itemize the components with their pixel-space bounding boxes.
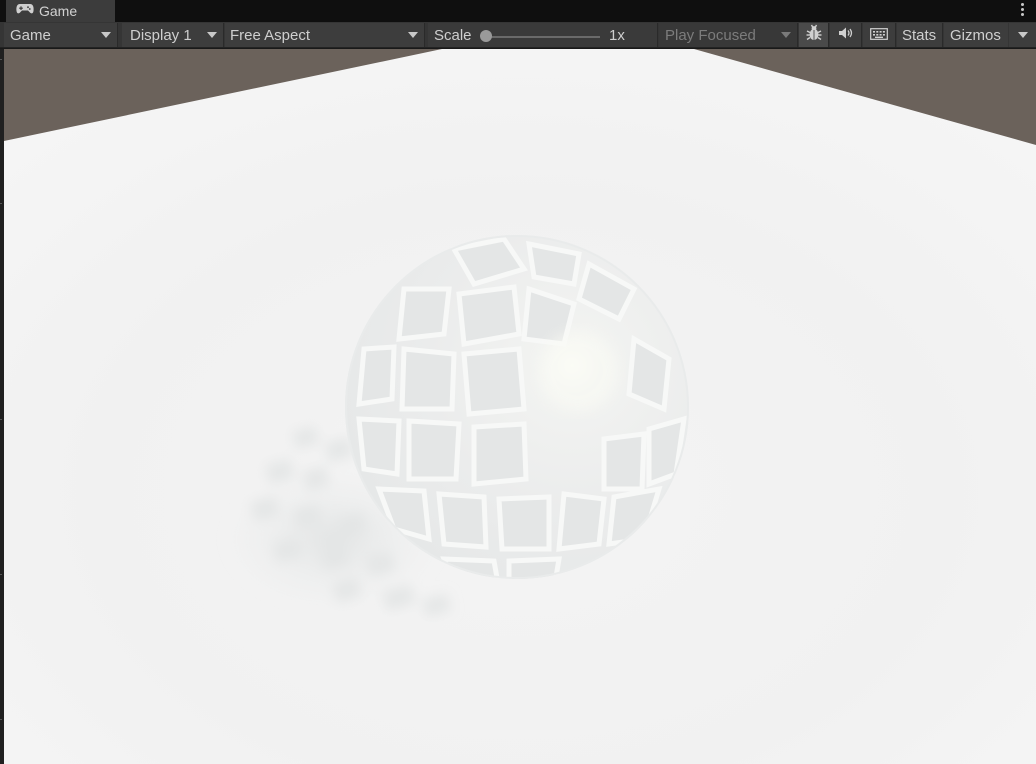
speaker-icon [838,26,854,44]
frame-debugger-button[interactable] [799,23,829,47]
scene-render [4,49,1036,764]
aspect-dropdown[interactable]: Free Aspect [225,23,425,47]
game-toolbar: Game Display 1 Free Aspect Scale 1x Play… [0,22,1036,48]
chevron-down-icon [408,32,418,38]
gizmos-button[interactable]: Gizmos [944,23,1008,47]
stats-label: Stats [902,26,937,44]
chevron-down-icon [207,32,217,38]
gizmos-label: Gizmos [950,26,1001,44]
display-label: Display 1 [130,26,192,44]
scale-slider-handle[interactable] [480,30,492,42]
display-dropdown[interactable]: Display 1 [122,23,224,47]
play-mode-label: Play Focused [665,26,756,44]
scale-slider-track[interactable] [486,36,600,38]
tab-game[interactable]: Game [6,0,115,22]
view-type-dropdown[interactable]: Game [4,23,118,47]
tab-strip: Game [0,0,1036,22]
stats-button[interactable]: Stats [897,23,943,47]
gamepad-icon [16,2,34,20]
scale-label: Scale [434,26,472,44]
chevron-down-icon [101,32,111,38]
view-type-label: Game [10,26,51,44]
chevron-down-icon [1018,32,1028,38]
scale-value-text: 1x [609,26,625,44]
scale-value: 1x [609,23,625,47]
more-options-icon[interactable] [1020,2,1024,18]
bug-icon [805,24,823,46]
mute-audio-button[interactable] [830,23,862,47]
shortcuts-button[interactable] [863,23,896,47]
gizmos-dropdown[interactable] [1009,23,1036,47]
tab-title: Game [39,3,78,19]
chevron-down-icon [781,32,791,38]
game-viewport[interactable] [4,49,1036,764]
aspect-label: Free Aspect [230,26,311,44]
keyboard-icon [870,27,888,44]
play-mode-dropdown[interactable]: Play Focused [659,23,798,47]
